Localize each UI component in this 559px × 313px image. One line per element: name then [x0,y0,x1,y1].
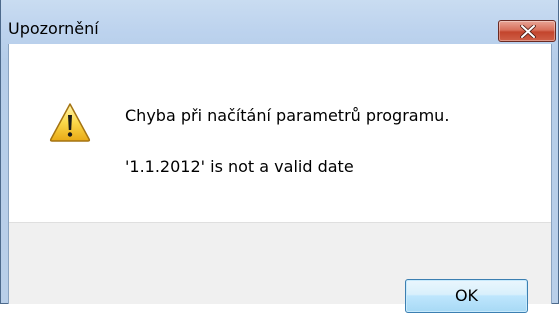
message-area: Chyba při načítání parametrů programu. '… [9,44,551,222]
close-button[interactable] [498,20,556,42]
dialog-body: Chyba při načítání parametrů programu. '… [8,44,552,313]
close-icon [520,25,536,38]
message-detail: '1.1.2012' is not a valid date [125,157,354,176]
dialog-title: Upozornění [8,19,99,38]
message-dialog: Upozornění Chyba při načítání parametrů … [0,0,559,313]
warning-icon [49,103,91,142]
title-bar[interactable]: Upozornění [1,0,558,42]
ok-button[interactable]: OK [405,279,528,313]
message-text: Chyba při načítání parametrů programu. [125,106,450,125]
button-bar: OK [9,222,551,313]
